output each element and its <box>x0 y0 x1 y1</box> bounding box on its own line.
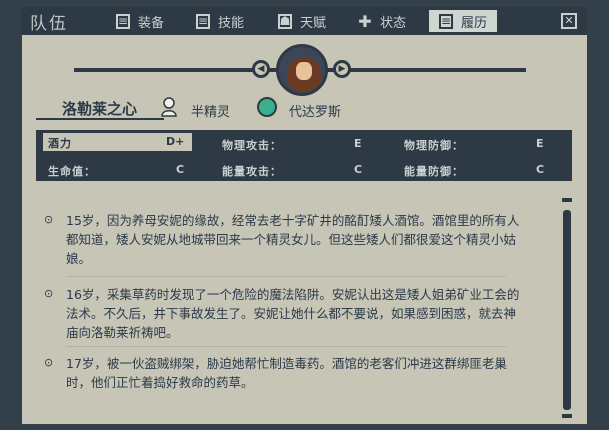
entry-divider <box>66 276 506 277</box>
history-text: 17岁，被一伙盗贼绑架，胁迫她帮忙制造毒药。酒馆的老客们冲进这群绑匪老巢时，他们… <box>66 356 507 390</box>
history-text: 16岁，采集草药时发现了一个危险的魔法陷阱。安妮认出这是矮人姐弟矿业工会的法术。… <box>66 287 520 340</box>
bullet-icon: ⊙ <box>44 287 54 300</box>
prev-character-button[interactable]: ◀ <box>252 60 270 78</box>
tab-status[interactable]: ✚ 状态 <box>358 10 406 32</box>
stat-value-phys-atk: E <box>354 137 362 150</box>
equipment-icon: ≡ <box>116 13 130 29</box>
tab-talent-label: 天赋 <box>300 15 327 31</box>
stat-label-phys-atk: 物理攻击： <box>222 139 282 152</box>
scroll-top-cap <box>562 198 572 202</box>
tab-equipment[interactable]: ≡ 装备 <box>116 10 164 32</box>
entry-divider <box>66 346 506 347</box>
tab-skills[interactable]: ≡ 技能 <box>196 10 244 32</box>
tab-equipment-label: 装备 <box>138 15 165 31</box>
history-icon: ≡ <box>439 13 453 29</box>
stat-label-drink: 酒力 <box>48 137 72 150</box>
bullet-icon: ⊙ <box>44 213 54 226</box>
character-name: 洛勒莱之心 <box>62 100 138 118</box>
next-character-button[interactable]: ▶ <box>333 60 351 78</box>
scrollbar-thumb[interactable] <box>563 210 571 410</box>
scroll-bottom-cap <box>562 414 572 418</box>
stat-value-phys-def: E <box>536 137 544 150</box>
realm-globe-icon <box>257 97 277 117</box>
race-icon <box>161 97 177 117</box>
close-icon[interactable]: ✕ <box>561 13 577 29</box>
skills-icon: ≡ <box>196 13 210 29</box>
name-underline <box>36 118 164 120</box>
history-text: 15岁，因为养母安妮的缘故，经常去老十字矿井的酩酊矮人酒馆。酒馆里的所有人都知道… <box>66 213 520 266</box>
tab-status-label: 状态 <box>380 15 407 31</box>
stat-label-phys-def: 物理防御： <box>404 139 464 152</box>
stat-value-energy-atk: C <box>354 163 363 176</box>
stat-label-energy-def: 能量防御： <box>404 165 464 178</box>
status-icon: ✚ <box>358 11 372 31</box>
tab-history-label: 履历 <box>461 15 488 31</box>
history-list: ⊙ 15岁，因为养母安妮的缘故，经常去老十字矿井的酩酊矮人酒馆。酒馆里的所有人都… <box>36 196 556 420</box>
tab-history[interactable]: ≡ 履历 <box>429 10 498 32</box>
bullet-icon: ⊙ <box>44 356 54 369</box>
talent-icon: ☗ <box>278 13 292 29</box>
stat-label-energy-atk: 能量攻击： <box>222 165 282 178</box>
stat-value-drink: D+ <box>166 135 185 148</box>
stat-value-energy-def: C <box>536 163 545 176</box>
tab-skills-label: 技能 <box>218 15 245 31</box>
character-race: 半精灵 <box>191 105 231 120</box>
stat-value-hp: C <box>176 163 185 176</box>
team-title: 队伍 <box>30 14 68 34</box>
character-realm: 代达罗斯 <box>289 105 342 120</box>
stat-label-hp: 生命值： <box>48 165 96 178</box>
character-portrait <box>276 44 328 96</box>
tab-talent[interactable]: ☗ 天赋 <box>278 10 326 32</box>
